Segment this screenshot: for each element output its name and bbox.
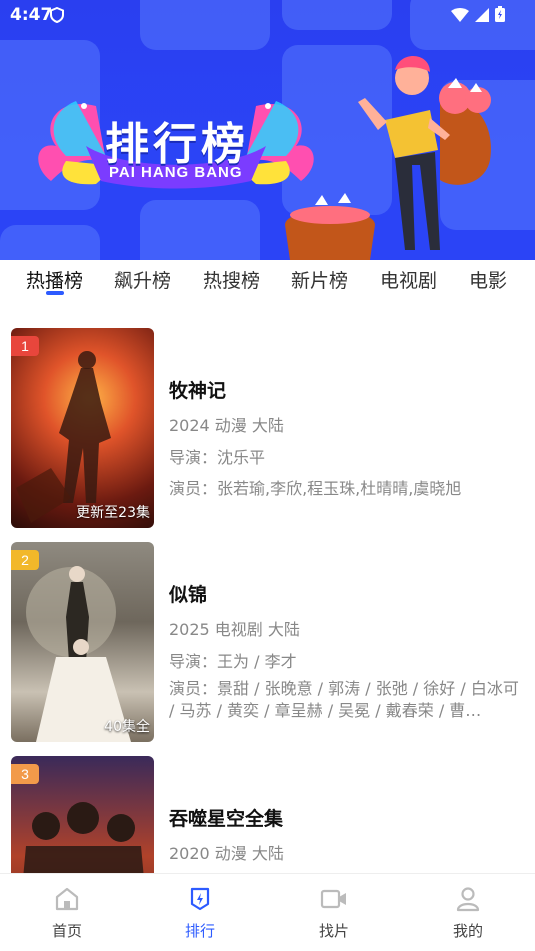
item-cast: 演员：张若瑜,李欣,程玉珠,杜晴晴,虞晓旭 (169, 479, 462, 498)
item-title[interactable]: 吞噬星空全集 (169, 804, 283, 831)
tab-hot-search[interactable]: 热搜榜 (203, 266, 260, 293)
list-item[interactable]: 2 40集全 似锦 2025 电视剧 大陆 导演：王为 / 李才 演员：景甜 /… (0, 542, 535, 742)
episode-status: 更新至23集 (76, 505, 150, 521)
tab-rising[interactable]: 飙升榜 (114, 266, 171, 293)
episode-status: 40集全 (104, 719, 150, 735)
nav-ranking[interactable]: 排行 (160, 886, 240, 941)
item-meta: 2025 电视剧 大陆 (169, 620, 300, 639)
ranking-banner: 4:47 排行榜 PAI HANG BANG (0, 0, 535, 260)
signal-icon (475, 7, 489, 26)
mascot-illustration (285, 55, 491, 260)
nav-profile-label: 我的 (452, 922, 483, 940)
list-item[interactable]: 3 吞噬星空全集 2020 动漫 大陆 (0, 756, 535, 873)
poster-image[interactable]: 2 40集全 (11, 542, 154, 742)
wifi-icon (451, 7, 469, 26)
rank-badge: 3 (11, 764, 39, 784)
profile-icon (456, 887, 480, 912)
ranking-tabs: 热播榜 飙升榜 热搜榜 新片榜 电视剧 电影 (0, 260, 535, 310)
nav-home-label: 首页 (51, 922, 82, 940)
poster-image[interactable]: 1 更新至23集 (11, 328, 154, 528)
poster-image[interactable]: 3 (11, 756, 154, 873)
tab-movies[interactable]: 电影 (469, 266, 507, 293)
nav-discover-label: 找片 (318, 922, 349, 940)
nav-discover[interactable]: 找片 (294, 886, 374, 941)
banner-subtitle: PAI HANG BANG (109, 164, 243, 181)
item-title[interactable]: 牧神记 (169, 376, 226, 403)
ranking-icon (190, 887, 210, 911)
list-item[interactable]: 1 更新至23集 牧神记 2024 动漫 大陆 导演：沈乐平 演员：张若瑜,李欣… (0, 328, 535, 528)
shield-icon (50, 6, 64, 27)
bottom-navigation: 首页 排行 找片 我的 (0, 873, 535, 951)
tab-tv-series[interactable]: 电视剧 (380, 266, 437, 293)
active-tab-indicator (46, 291, 64, 295)
banner-title: 排行榜 (105, 119, 249, 170)
item-meta: 2020 动漫 大陆 (169, 844, 284, 863)
item-title[interactable]: 似锦 (169, 580, 207, 607)
item-meta: 2024 动漫 大陆 (169, 416, 284, 435)
nav-home[interactable]: 首页 (27, 886, 107, 941)
item-director: 导演：王为 / 李才 (169, 652, 297, 671)
item-director: 导演：沈乐平 (169, 448, 266, 467)
item-cast: 演员：景甜 / 张晚意 / 郭涛 / 张弛 / 徐好 / 白冰可 / 马苏 / … (169, 679, 519, 720)
status-bar: 4:47 (0, 0, 535, 30)
rank-badge: 2 (11, 550, 39, 570)
nav-ranking-label: 排行 (184, 922, 215, 940)
tab-hot-play[interactable]: 热播榜 (26, 266, 83, 293)
home-icon (55, 887, 79, 911)
status-time: 4:47 (10, 5, 53, 25)
video-camera-icon (320, 889, 346, 909)
battery-icon (495, 6, 505, 26)
rank-badge: 1 (11, 336, 39, 356)
tab-new-release[interactable]: 新片榜 (291, 266, 348, 293)
nav-profile[interactable]: 我的 (428, 886, 508, 941)
